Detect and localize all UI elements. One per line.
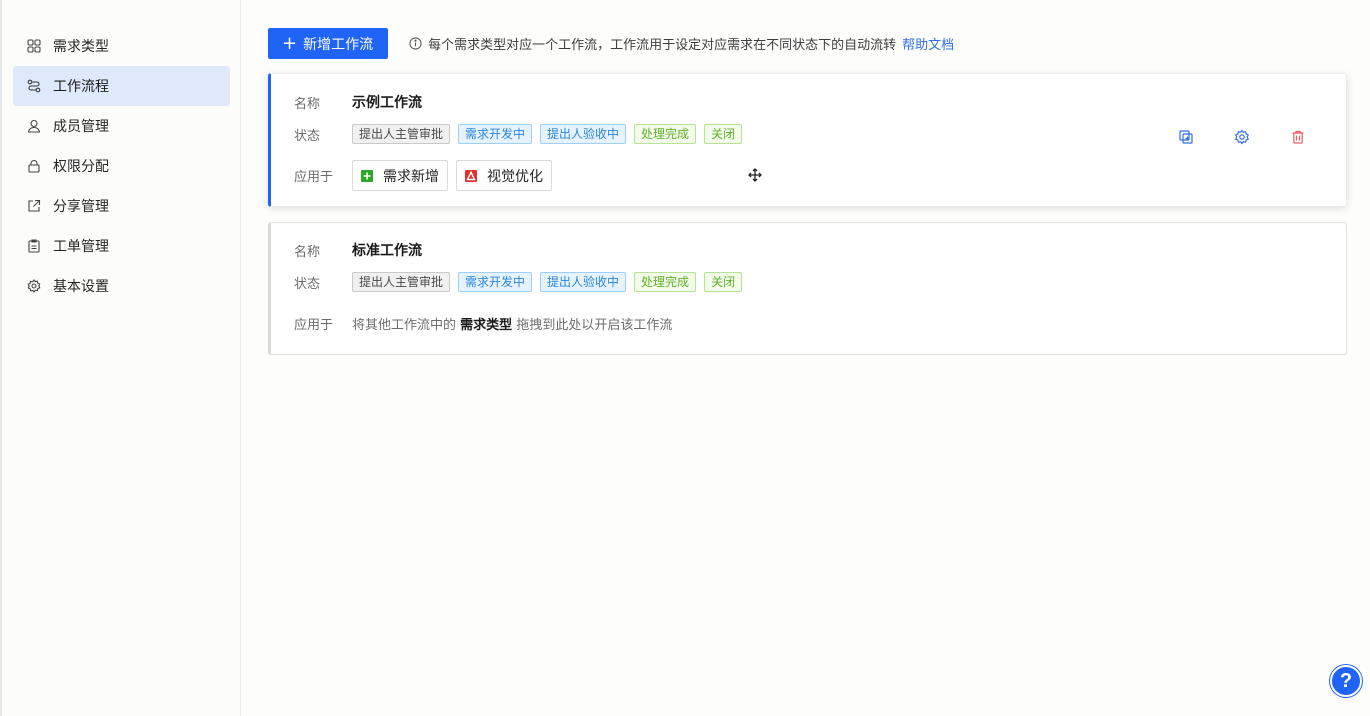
status-row: 状态 提出人主管审批 需求开发中 提出人验收中 处理完成 关闭: [294, 272, 750, 292]
move-cursor-icon: [748, 168, 762, 182]
help-doc-link[interactable]: 帮助文档: [902, 34, 954, 53]
sidebar-nav: 需求类型 工作流程 成员管理 权限分配 分享管理 工单管理 基本设置: [2, 0, 240, 306]
status-label: 状态: [294, 276, 321, 292]
sidebar-item-workflow[interactable]: 工作流程: [13, 66, 230, 106]
gear-icon[interactable]: [1234, 129, 1250, 145]
applied-type-label: 视觉优化: [487, 168, 543, 185]
status-row: 状态 提出人主管审批 需求开发中 提出人验收中 处理完成 关闭: [294, 124, 750, 144]
info-icon: [409, 37, 422, 50]
workflow-icon: [27, 79, 41, 93]
sidebar-item-label: 需求类型: [53, 39, 109, 55]
share-icon: [27, 199, 41, 213]
applied-type-label: 需求新增: [383, 168, 439, 185]
name-row: 名称 标准工作流: [294, 240, 422, 260]
status-tag: 需求开发中: [458, 272, 533, 292]
trash-icon[interactable]: [1290, 129, 1306, 145]
status-tag: 提出人主管审批: [352, 124, 451, 144]
name-label: 名称: [294, 96, 321, 112]
apply-label: 应用于: [294, 170, 334, 185]
gear-icon: [27, 279, 41, 293]
grid-icon: [27, 39, 41, 53]
applied-type-chip[interactable]: 需求新增: [352, 160, 448, 191]
add-workflow-label: 新增工作流: [303, 36, 374, 53]
workflow-name: 示例工作流: [352, 95, 422, 111]
sidebar-item-label: 工作流程: [53, 79, 109, 95]
user-icon: [27, 119, 41, 133]
copy-icon[interactable]: [1178, 129, 1194, 145]
sidebar-item-label: 分享管理: [53, 199, 109, 215]
status-tag: 提出人验收中: [540, 124, 627, 144]
sidebar-item-settings[interactable]: 基本设置: [13, 266, 230, 306]
name-label: 名称: [294, 244, 321, 260]
plus-square-icon: [361, 169, 373, 182]
help-button[interactable]: ?: [1330, 665, 1362, 697]
sidebar-item-label: 基本设置: [53, 279, 109, 295]
status-tag: 提出人主管审批: [352, 272, 451, 292]
status-tag: 提出人验收中: [540, 272, 627, 292]
clipboard-icon: [27, 239, 41, 253]
sidebar-item-label: 成员管理: [53, 119, 109, 135]
sidebar-item-tickets[interactable]: 工单管理: [13, 226, 230, 266]
apply-row: 应用于 将其他工作流中的 需求类型 拖拽到此处以开启该工作流: [294, 314, 672, 333]
sidebar-item-members[interactable]: 成员管理: [13, 106, 230, 146]
status-tag: 关闭: [704, 124, 743, 144]
triangle-square-icon: [465, 169, 477, 182]
status-tag: 需求开发中: [458, 124, 533, 144]
sidebar-item-label: 权限分配: [53, 159, 109, 175]
applied-type-chip[interactable]: 视觉优化: [456, 160, 552, 191]
card-actions: [1138, 129, 1306, 145]
main-content: + 新增工作流 每个需求类型对应一个工作流，工作流用于设定对应需求在不同状态下的…: [242, 0, 1370, 716]
drop-hint-before: 将其他工作流中的: [352, 318, 457, 333]
drop-hint-bold: 需求类型: [460, 318, 513, 333]
status-tag: 处理完成: [634, 124, 697, 144]
status-tag: 关闭: [704, 272, 743, 292]
sidebar-item-share[interactable]: 分享管理: [13, 186, 230, 226]
plus-icon: +: [282, 32, 298, 54]
status-label: 状态: [294, 128, 321, 144]
sidebar-item-demand-types[interactable]: 需求类型: [13, 26, 230, 66]
drop-hint-after: 拖拽到此处以开启该工作流: [516, 318, 673, 333]
sidebar-item-permissions[interactable]: 权限分配: [13, 146, 230, 186]
toolbar: + 新增工作流 每个需求类型对应一个工作流，工作流用于设定对应需求在不同状态下的…: [268, 28, 954, 59]
sidebar-item-label: 工单管理: [53, 239, 109, 255]
lock-icon: [27, 159, 41, 173]
workflow-tip: 每个需求类型对应一个工作流，工作流用于设定对应需求在不同状态下的自动流转 帮助文…: [409, 34, 954, 53]
workflow-card[interactable]: 名称 标准工作流 状态 提出人主管审批 需求开发中 提出人验收中 处理完成 关闭…: [268, 222, 1347, 355]
workflow-card[interactable]: 名称 示例工作流 状态 提出人主管审批 需求开发中 提出人验收中 处理完成 关闭…: [268, 73, 1347, 207]
tip-text: 每个需求类型对应一个工作流，工作流用于设定对应需求在不同状态下的自动流转: [428, 38, 897, 53]
workflow-name: 标准工作流: [352, 243, 422, 259]
apply-label: 应用于: [294, 318, 334, 333]
drop-hint: 将其他工作流中的 需求类型 拖拽到此处以开启该工作流: [352, 314, 672, 333]
status-tag: 处理完成: [634, 272, 697, 292]
name-row: 名称 示例工作流: [294, 92, 422, 112]
sidebar: 需求类型 工作流程 成员管理 权限分配 分享管理 工单管理 基本设置: [0, 0, 241, 716]
add-workflow-button[interactable]: + 新增工作流: [268, 28, 389, 59]
apply-row: 应用于 需求新增 视觉优化: [294, 160, 560, 191]
